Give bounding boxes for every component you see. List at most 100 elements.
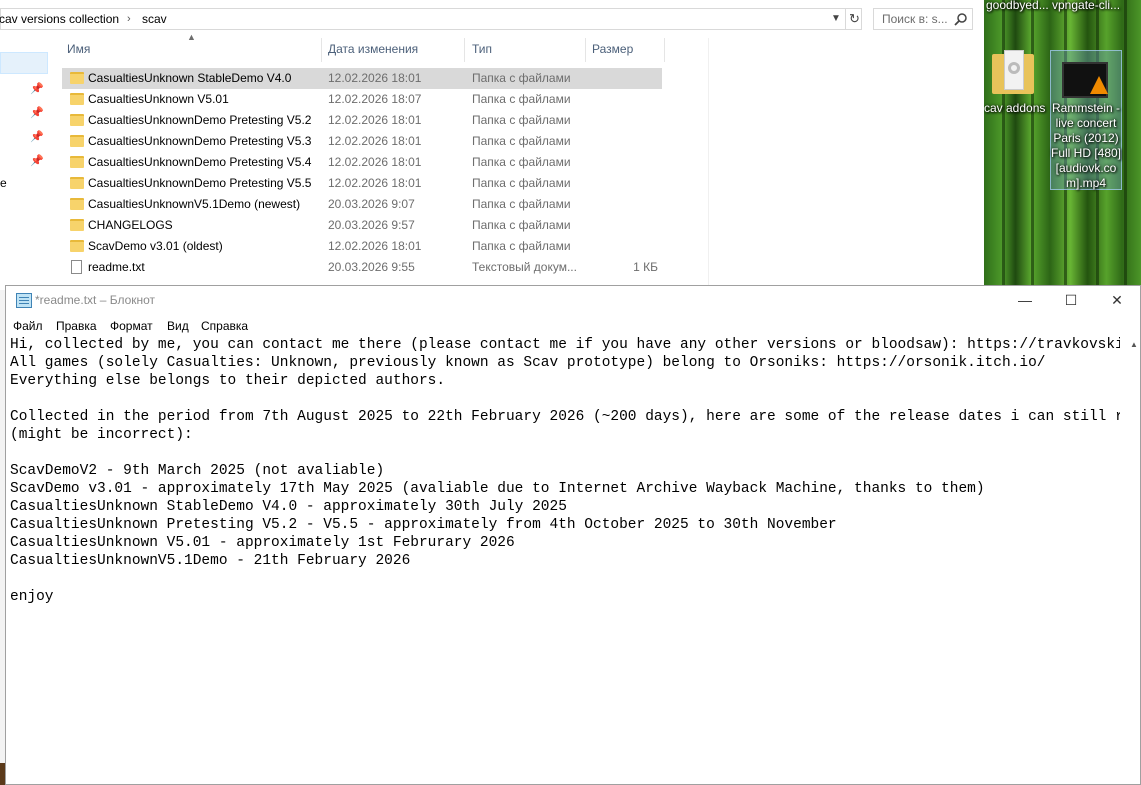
row-type: Папка с файлами [472, 218, 571, 232]
row-name: CasualtiesUnknownDemo Pretesting V5.3 [88, 134, 312, 148]
column-header-name[interactable]: Имя [67, 42, 90, 56]
text-line: ScavDemo v3.01 - approximately 17th May … [10, 481, 985, 497]
column-header-size[interactable]: Размер [592, 42, 633, 56]
text-line [10, 444, 1120, 462]
pin-icon[interactable]: 📌 [30, 130, 44, 144]
text-line: enjoy [10, 589, 54, 605]
folder-icon [70, 198, 84, 210]
folder-icon [70, 135, 84, 147]
breadcrumb-item[interactable]: cav versions collection [0, 9, 119, 29]
folder-icon [70, 114, 84, 126]
notepad-icon [16, 293, 32, 308]
row-name: CasualtiesUnknownDemo Pretesting V5.4 [88, 155, 312, 169]
folder-icon [70, 156, 84, 168]
pin-icon[interactable]: 📌 [30, 82, 44, 96]
pin-icon[interactable]: 📌 [30, 106, 44, 120]
search-input[interactable]: Поиск в: s... [873, 8, 973, 30]
text-line: Collected in the period from 7th August … [10, 409, 1120, 425]
row-name: CasualtiesUnknownV5.1Demo (newest) [88, 197, 301, 211]
row-date: 12.02.2026 18:01 [328, 134, 422, 148]
breadcrumb-separator-icon: › [127, 13, 131, 25]
search-icon[interactable] [954, 12, 968, 26]
file-list-row[interactable]: CasualtiesUnknown StableDemo V4.0 12.02.2… [62, 68, 662, 89]
file-list-row[interactable]: CasualtiesUnknownDemo Pretesting V5.4 12.… [62, 152, 662, 173]
menu-bar: Файл Правка Формат Вид Справка [6, 316, 1140, 336]
text-line: CasualtiesUnknown StableDemo V4.0 - appr… [10, 499, 567, 515]
folder-icon [70, 72, 84, 84]
row-name: CasualtiesUnknown StableDemo V4.0 [88, 71, 292, 85]
folder-icon [70, 240, 84, 252]
title-bar[interactable]: *readme.txt – Блокнот — ☐ ✕ [6, 286, 1140, 316]
folder-icon [70, 177, 84, 189]
file-explorer-window: cav versions collection › scav ▼ ↻ Поиск… [0, 0, 984, 290]
nav-item-fragment[interactable]: e [0, 176, 7, 190]
menu-view[interactable]: Вид [167, 319, 189, 333]
nav-selected-item[interactable] [0, 52, 48, 74]
column-header-type[interactable]: Тип [472, 42, 492, 56]
text-line: CasualtiesUnknownV5.1Demo - 21th Februar… [10, 553, 411, 569]
row-type: Текстовый докум... [472, 260, 577, 274]
file-list-row[interactable]: CasualtiesUnknown V5.01 12.02.2026 18:07 П… [62, 89, 662, 110]
text-line [10, 390, 1120, 408]
row-date: 20.03.2026 9:55 [328, 260, 415, 274]
desktop-folder-label[interactable]: cav addons [984, 101, 1045, 116]
close-icon[interactable]: ✕ [1094, 286, 1140, 316]
minimize-icon[interactable]: — [1002, 286, 1048, 316]
desktop-item-label[interactable]: vpngate-cli... [1052, 0, 1120, 13]
chevron-down-icon[interactable]: ▼ [827, 9, 845, 29]
file-list-row[interactable]: ScavDemo v3.01 (oldest) 12.02.2026 18:01 П… [62, 236, 662, 257]
row-size: 1 КБ [633, 260, 658, 274]
file-list-row[interactable]: CasualtiesUnknownDemo Pretesting V5.3 12.… [62, 131, 662, 152]
text-line: Everything else belongs to their depicte… [10, 373, 446, 389]
sort-ascending-icon: ▲ [187, 32, 196, 42]
folder-icon [70, 93, 84, 105]
row-date: 12.02.2026 18:01 [328, 71, 422, 85]
file-list-row[interactable]: CHANGELOGS 20.03.2026 9:57 Папка с файлами [62, 215, 662, 236]
text-editor-area[interactable]: Hi, collected by me, you can contact me … [10, 336, 1120, 784]
breadcrumb-item[interactable]: scav [142, 9, 167, 29]
row-date: 12.02.2026 18:01 [328, 155, 422, 169]
column-header-date[interactable]: Дата изменения [328, 42, 418, 56]
file-list-row[interactable]: CasualtiesUnknownV5.1Demo (newest) 20.03.… [62, 194, 662, 215]
row-date: 12.02.2026 18:01 [328, 176, 422, 190]
desktop-video-label[interactable]: Rammstein - live concert Paris (2012) Fu… [1050, 101, 1122, 191]
row-type: Папка с файлами [472, 176, 571, 190]
row-type: Папка с файлами [472, 71, 571, 85]
maximize-icon[interactable]: ☐ [1048, 286, 1094, 316]
menu-edit[interactable]: Правка [56, 319, 97, 333]
text-line: CasualtiesUnknown V5.01 - approximately … [10, 535, 515, 551]
video-file-icon[interactable] [1062, 62, 1108, 98]
row-name: CasualtiesUnknownDemo Pretesting V5.5 [88, 176, 312, 190]
notepad-window: *readme.txt – Блокнот — ☐ ✕ Файл Правка … [5, 285, 1141, 785]
desktop-item-label[interactable]: goodbyed... [986, 0, 1049, 13]
text-line: ScavDemoV2 - 9th March 2025 (not avaliab… [10, 463, 385, 479]
file-list-row[interactable]: CasualtiesUnknownDemo Pretesting V5.5 12.… [62, 173, 662, 194]
folder-icon [70, 219, 84, 231]
row-type: Папка с файлами [472, 155, 571, 169]
row-date: 12.02.2026 18:01 [328, 239, 422, 253]
text-line: (might be incorrect): [10, 427, 193, 443]
text-line: Hi, collected by me, you can contact me … [10, 337, 1120, 353]
file-list-row[interactable]: CasualtiesUnknownDemo Pretesting V5.2 12.… [62, 110, 662, 131]
row-type: Папка с файлами [472, 239, 571, 253]
menu-file[interactable]: Файл [13, 319, 43, 333]
scroll-up-icon[interactable]: ▲ [1130, 340, 1138, 349]
refresh-icon[interactable]: ↻ [845, 9, 863, 29]
text-line [10, 570, 1120, 588]
menu-help[interactable]: Справка [201, 319, 248, 333]
folder-icon[interactable] [990, 48, 1036, 98]
row-name: CasualtiesUnknown V5.01 [88, 92, 229, 106]
menu-format[interactable]: Формат [110, 319, 153, 333]
vertical-scrollbar[interactable]: ▲ [1128, 336, 1140, 784]
file-list-row[interactable]: readme.txt 20.03.2026 9:55 Текстовый докум… [62, 257, 662, 278]
row-date: 12.02.2026 18:07 [328, 92, 422, 106]
address-bar[interactable]: cav versions collection › scav ▼ ↻ [0, 8, 862, 30]
row-type: Папка с файлами [472, 113, 571, 127]
pin-icon[interactable]: 📌 [30, 154, 44, 168]
row-type: Папка с файлами [472, 134, 571, 148]
row-name: CHANGELOGS [88, 218, 173, 232]
column-headers: ▲ Имя Дата изменения Тип Размер [60, 32, 670, 62]
search-placeholder: Поиск в: s... [882, 12, 948, 26]
row-date: 12.02.2026 18:01 [328, 113, 422, 127]
navigation-pane: 📌 📌 📌 📌 e [0, 38, 50, 290]
